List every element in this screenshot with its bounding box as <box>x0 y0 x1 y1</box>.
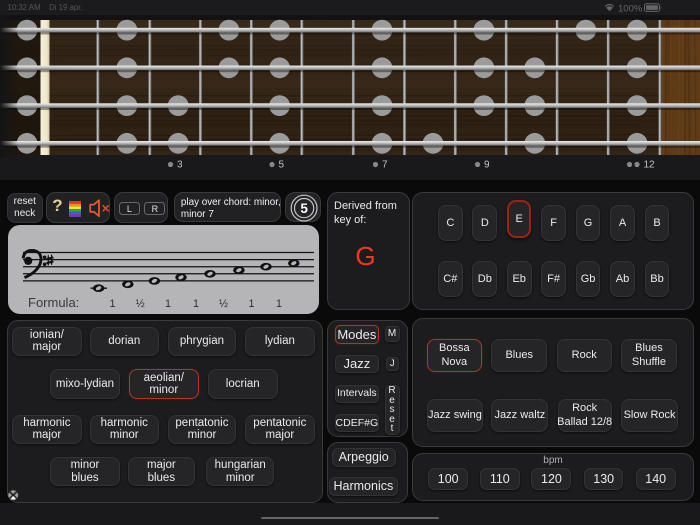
svg-text:1: 1 <box>109 298 115 310</box>
svg-text:1: 1 <box>193 298 199 310</box>
svg-text:1: 1 <box>165 298 171 310</box>
svg-text:Formula:: Formula: <box>28 295 79 310</box>
svg-text:5: 5 <box>279 160 285 171</box>
svg-text:1: 1 <box>276 298 282 310</box>
svg-text:½: ½ <box>136 298 145 310</box>
svg-text:½: ½ <box>219 298 228 310</box>
svg-text:1: 1 <box>248 298 254 310</box>
svg-text:100%: 100% <box>618 3 643 13</box>
svg-text:9: 9 <box>484 160 490 171</box>
svg-text:7: 7 <box>382 160 388 171</box>
svg-text:5: 5 <box>300 201 308 216</box>
svg-text:3: 3 <box>177 160 183 171</box>
svg-text:12: 12 <box>644 160 656 171</box>
